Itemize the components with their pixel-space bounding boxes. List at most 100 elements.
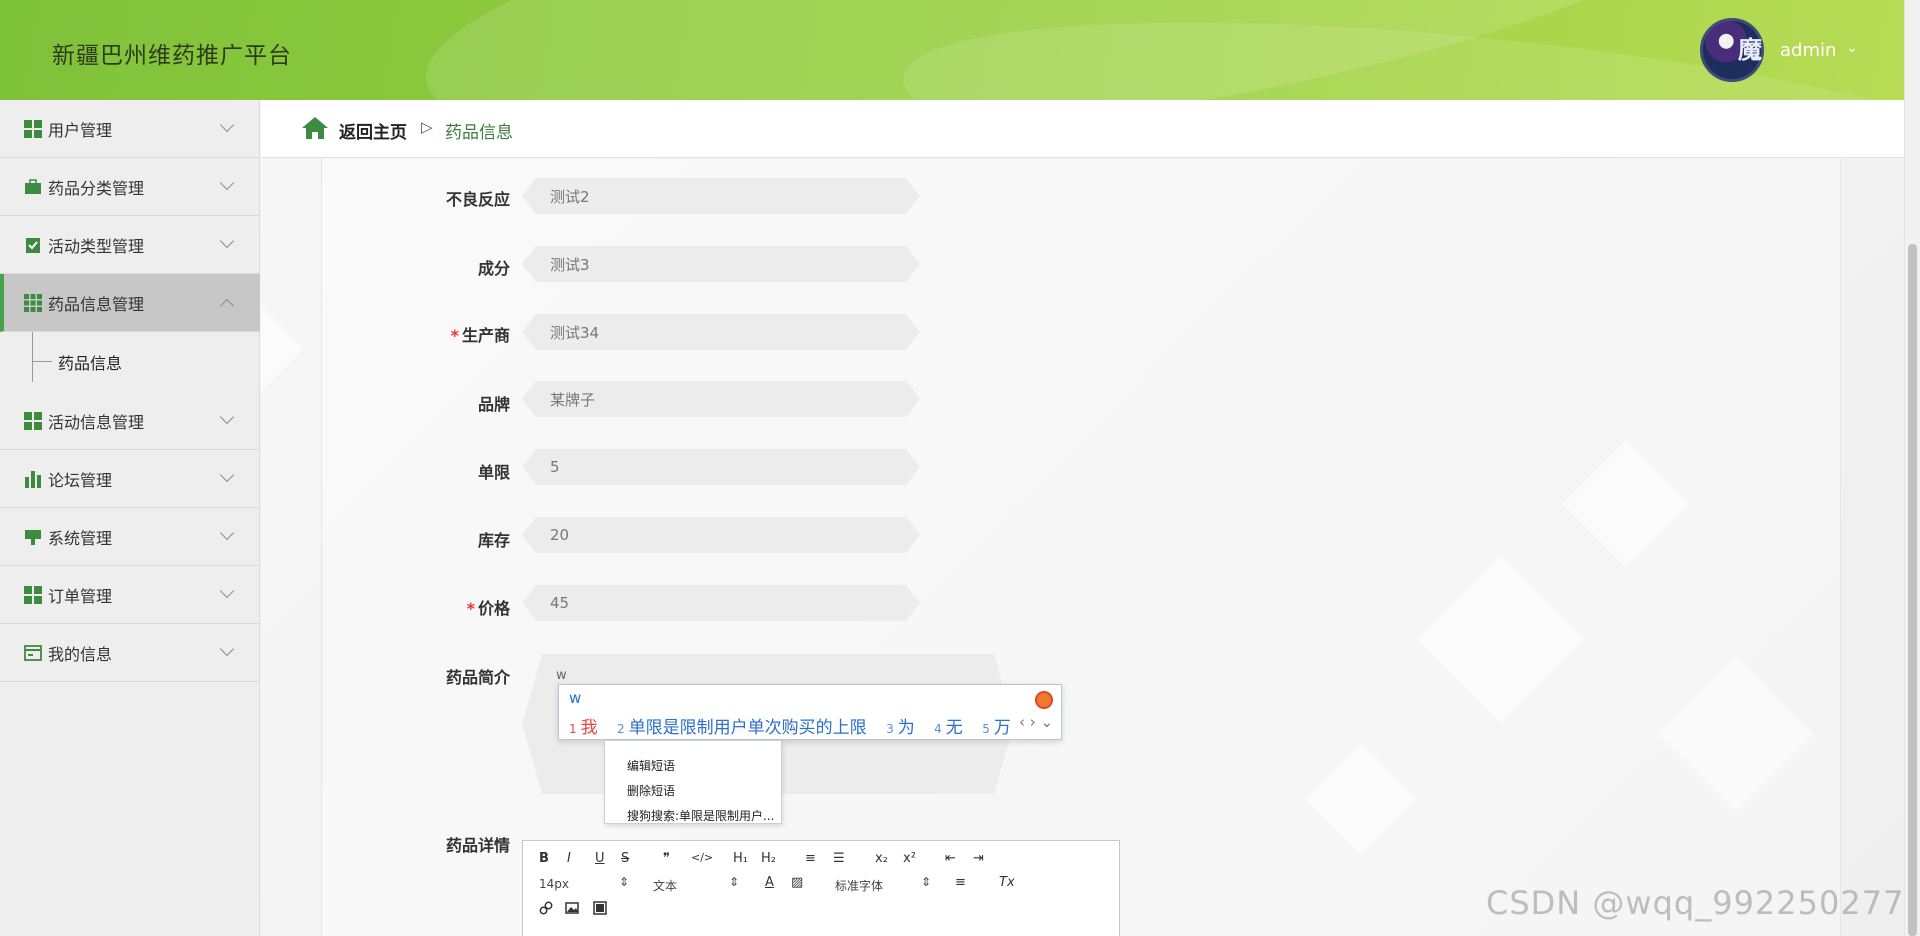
intro-textarea-value: w — [556, 668, 567, 683]
bar-chart-icon — [25, 471, 41, 488]
manufacturer-input[interactable]: 测试34 — [522, 314, 920, 350]
format-select[interactable]: 文本 — [653, 877, 677, 894]
bullet-list-button[interactable]: ☰ — [833, 851, 845, 866]
sidebar-item-activity-info[interactable]: 活动信息管理 — [0, 392, 260, 450]
grid-9-icon — [24, 294, 42, 312]
breadcrumb-home-link[interactable]: 返回主页 — [339, 118, 407, 143]
chevron-down-icon[interactable]: ⌄ — [1846, 40, 1858, 56]
chevron-down-icon — [219, 467, 235, 483]
field-label-detail: 药品详情 — [445, 836, 510, 855]
chevron-down-icon — [219, 525, 235, 541]
image-icon[interactable] — [565, 901, 579, 915]
grid-icon — [24, 586, 42, 604]
select-arrows-icon: ⇕ — [619, 875, 630, 889]
ime-page-nav[interactable]: ‹ › ⌄ — [1019, 713, 1053, 731]
grid-icon — [24, 412, 42, 430]
input-value: 测试2 — [550, 187, 590, 206]
chevron-down-icon — [219, 641, 235, 657]
input-value: 测试34 — [550, 323, 600, 342]
ime-candidate-4[interactable]: 4无 — [934, 718, 977, 738]
watermark: CSDN @wqq_992250277 — [1486, 884, 1905, 922]
align-icon[interactable]: ≡ — [955, 875, 966, 890]
quote-button[interactable]: ❞ — [663, 851, 670, 866]
code-button[interactable]: </> — [691, 851, 713, 864]
input-value: 20 — [550, 526, 570, 544]
ime-candidate-window: w 1我 2 单限是限制用户单次购买的上限 3为 4无 5万 ‹ › ⌄ — [558, 684, 1062, 740]
select-arrows-icon: ⇕ — [921, 875, 932, 889]
text-color-icon[interactable]: A — [765, 875, 774, 890]
sidebar-item-my-info[interactable]: 我的信息 — [0, 624, 260, 682]
sidebar-item-activity-type[interactable]: 活动类型管理 — [0, 216, 260, 274]
select-arrows-icon: ⇕ — [729, 875, 740, 889]
sidebar-item-label: 药品信息管理 — [48, 294, 145, 314]
input-value: 测试3 — [550, 255, 590, 274]
subscript-button[interactable]: x₂ — [875, 851, 888, 866]
purchase-limit-input[interactable]: 5 — [522, 449, 920, 485]
ime-candidate-3[interactable]: 3为 — [886, 718, 929, 738]
brand-input[interactable]: 某牌子 — [522, 381, 920, 417]
chevron-down-icon — [219, 583, 235, 599]
sidebar-item-forum[interactable]: 论坛管理 — [0, 450, 260, 508]
sidebar-item-label: 活动类型管理 — [48, 236, 145, 256]
italic-button[interactable]: I — [567, 851, 571, 866]
input-value: 45 — [550, 594, 570, 612]
superscript-button[interactable]: x² — [903, 851, 916, 866]
chevron-up-icon — [219, 298, 235, 314]
sidebar-item-label: 用户管理 — [48, 120, 113, 140]
field-label-manufacturer: * 生产商 — [450, 326, 510, 345]
sidebar-item-user-management[interactable]: 用户管理 — [0, 100, 260, 158]
sidebar-item-label: 订单管理 — [48, 586, 113, 606]
clear-format-button[interactable]: Tx — [999, 875, 1015, 890]
user-menu[interactable]: admin — [1780, 40, 1836, 61]
field-label-adverse-reaction: 不良反应 — [445, 190, 510, 209]
sidebar-item-system[interactable]: 系统管理 — [0, 508, 260, 566]
underline-button[interactable]: U — [595, 851, 605, 866]
font-size-select[interactable]: 14px — [539, 877, 569, 891]
menu-item-edit-phrase[interactable]: 编辑短语 — [627, 757, 675, 774]
id-card-icon — [24, 645, 42, 661]
required-mark: * — [466, 599, 475, 618]
sidebar-item-label: 论坛管理 — [48, 470, 113, 490]
background-color-icon[interactable]: ▨ — [791, 875, 803, 890]
sidebar-subitem-drug-info[interactable]: 药品信息 — [0, 332, 260, 390]
ordered-list-button[interactable]: ≡ — [805, 851, 816, 866]
input-value: 5 — [550, 458, 560, 476]
adverse-reaction-input[interactable]: 测试2 — [522, 178, 920, 214]
link-icon[interactable] — [539, 901, 553, 915]
ime-candidate-2[interactable]: 2 单限是限制用户单次购买的上限 — [617, 718, 881, 738]
tree-line — [32, 361, 52, 362]
chevron-down-icon — [219, 175, 235, 191]
briefcase-icon — [25, 179, 41, 194]
h2-button[interactable]: H₂ — [761, 851, 776, 866]
video-icon[interactable] — [593, 901, 607, 915]
rich-text-editor[interactable]: B I U S ❞ </> H₁ H₂ ≡ ☰ x₂ x² ⇤ ⇥ 14px ⇕… — [522, 840, 1120, 936]
scrollbar-thumb[interactable] — [1908, 244, 1917, 936]
menu-item-delete-phrase[interactable]: 删除短语 — [627, 782, 675, 799]
monitor-icon — [25, 530, 41, 545]
price-input[interactable]: 45 — [522, 585, 920, 621]
ime-logo-icon — [1035, 691, 1053, 709]
field-label-brand: 品牌 — [477, 395, 510, 414]
sidebar-item-label: 活动信息管理 — [48, 412, 145, 432]
ime-candidates: 1我 2 单限是限制用户单次购买的上限 3为 4无 5万 — [569, 713, 1025, 738]
grid-icon — [24, 120, 42, 138]
avatar-glyph: 魔 — [1738, 36, 1762, 64]
ime-candidate-1[interactable]: 1我 — [569, 718, 612, 738]
sidebar-item-orders[interactable]: 订单管理 — [0, 566, 260, 624]
field-label-ingredients: 成分 — [477, 259, 510, 278]
ingredients-input[interactable]: 测试3 — [522, 246, 920, 282]
bold-button[interactable]: B — [539, 851, 549, 866]
sidebar-item-drug-info-management[interactable]: 药品信息管理 — [0, 274, 260, 332]
menu-item-sogou-search[interactable]: 搜狗搜索:单限是限制用户... — [627, 807, 775, 824]
h1-button[interactable]: H₁ — [733, 851, 748, 866]
stock-input[interactable]: 20 — [522, 517, 920, 553]
outdent-button[interactable]: ⇤ — [945, 851, 956, 866]
chevron-down-icon — [219, 117, 235, 133]
background-tile — [261, 306, 304, 392]
strike-button[interactable]: S — [621, 851, 629, 866]
indent-button[interactable]: ⇥ — [973, 851, 984, 866]
sidebar-item-drug-category[interactable]: 药品分类管理 — [0, 158, 260, 216]
home-icon[interactable] — [301, 116, 329, 140]
top-header: 新疆巴州维药推广平台 魔 admin ⌄ — [0, 0, 1904, 100]
font-family-select[interactable]: 标准字体 — [835, 877, 883, 894]
